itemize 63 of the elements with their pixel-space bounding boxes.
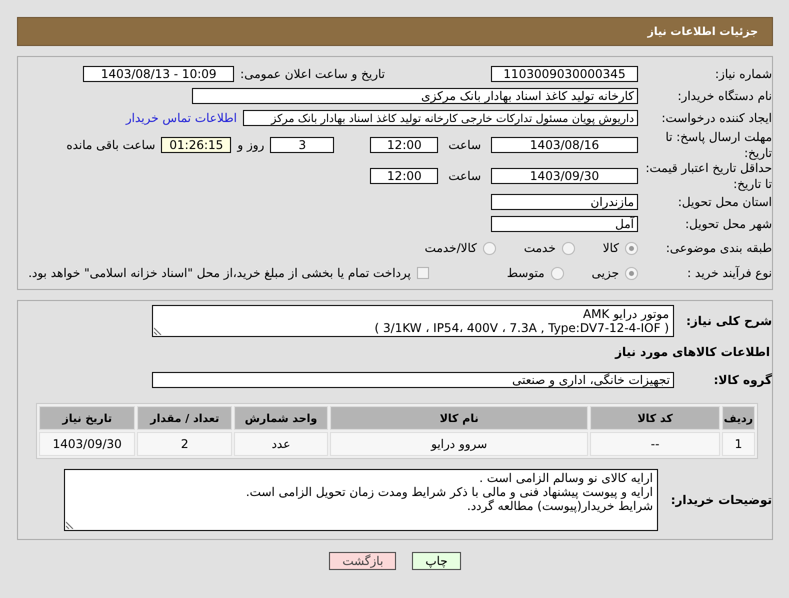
time-label: ساعت xyxy=(448,138,481,152)
radio-button[interactable] xyxy=(562,242,575,254)
need-number-field: 1103009030000345 xyxy=(491,66,638,82)
remaining-time-field: 01:26:15 xyxy=(161,137,232,153)
field-label: تاریخ و ساعت اعلان عمومی: xyxy=(240,67,385,81)
radio-label: خدمت xyxy=(524,241,556,255)
time-field: 12:00 xyxy=(370,168,438,184)
days-field: 3 xyxy=(270,137,334,153)
table-cell: سروو درایو xyxy=(330,432,588,456)
radio-label: جزیی xyxy=(592,266,619,280)
column-header: تعداد / مقدار xyxy=(137,406,232,430)
field-label: ایجاد کننده درخواست: xyxy=(660,110,772,126)
column-header: واحد شمارش xyxy=(234,406,328,430)
field-label: نوع فرآیند خرید : xyxy=(686,265,772,281)
checkbox-label: پرداخت تمام یا بخشی از مبلغ خرید،از محل "اسناد خزانه اسلامی" خواهد بود. xyxy=(28,266,411,280)
remaining-label: ساعت باقی مانده xyxy=(66,138,156,152)
buyer-notes-textarea[interactable]: ارایه کالای نو وسالم الزامی است . ارایه و پیوست پیشنهاد فنی و مالی با ذکر شرایط ومدت زمان تحویل الزامی است. شرایط خریدار(پیوست) مطالعه گردد. xyxy=(64,469,658,531)
province-field: مازندران xyxy=(491,194,638,210)
column-header: تاریخ نیاز xyxy=(39,406,136,430)
print-button[interactable]: چاپ xyxy=(412,552,461,570)
radio-label: کالا xyxy=(602,241,619,255)
date-field: 1403/09/30 xyxy=(491,168,638,184)
table-cell: 1 xyxy=(722,432,755,456)
column-header: کد کالا xyxy=(590,406,720,430)
field-label: حداقل تاریخ اعتبار قیمت: تا تاریخ: xyxy=(644,160,772,192)
radio-label: کالا/خدمت xyxy=(424,241,477,255)
description-textarea[interactable]: موتور درایو AMK ( 3/1KW ، IP54، 400V ، 7.3A , Type:DV7-12-4-IOF ) xyxy=(152,305,674,337)
table-cell: 2 xyxy=(137,432,232,456)
time-field: 12:00 xyxy=(370,137,438,153)
field-label: شرح کلی نیاز: xyxy=(685,313,772,329)
table-cell: عدد xyxy=(234,432,328,456)
date-field: 1403/08/16 xyxy=(491,137,638,153)
field-label: شهر محل تحویل: xyxy=(684,216,772,232)
radio-button[interactable] xyxy=(625,266,638,280)
buyer-field: کارخانه تولید کاغذ اسناد بهادار بانک مرکزی xyxy=(192,88,638,104)
field-label: نام دستگاه خریدار: xyxy=(676,88,772,104)
radio-button[interactable] xyxy=(482,242,496,254)
column-header: نام کالا xyxy=(330,406,588,430)
back-button[interactable]: بازگشت xyxy=(329,552,396,570)
page-header: جزئیات اطلاعات نیاز xyxy=(17,17,773,46)
time-label: ساعت xyxy=(448,169,481,183)
radio-label: متوسط xyxy=(506,266,545,280)
field-label: توضیحات خریدار: xyxy=(670,492,772,508)
goods-group-field: تجهیزات خانگی، اداری و صنعتی xyxy=(152,372,674,388)
field-label: طبقه بندی موضوعی: xyxy=(664,240,772,256)
table-cell: -- xyxy=(590,432,720,456)
announce-date-field: 1403/08/13 - 10:09 xyxy=(83,66,234,82)
table-cell: 1403/09/30 xyxy=(39,432,136,456)
section-heading: اطلاعات کالاهای مورد نیاز xyxy=(614,344,771,361)
field-label: گروه کالا: xyxy=(712,372,772,388)
resize-grip-icon[interactable] xyxy=(66,521,74,529)
radio-button[interactable] xyxy=(550,266,564,280)
buyer-contact-link[interactable]: اطلاعات تماس خریدار xyxy=(126,111,237,125)
city-field: آمل xyxy=(491,216,638,232)
field-label: استان محل تحویل: xyxy=(676,194,772,210)
resize-grip-icon[interactable] xyxy=(154,327,162,335)
radio-button[interactable] xyxy=(625,242,638,254)
requester-field: داریوش پویان مسئول تدارکات خارجی کارخانه تولید کاغذ اسناد بهادار بانک مرکز xyxy=(243,110,638,126)
field-label: شماره نیاز: xyxy=(714,66,772,82)
checkbox[interactable] xyxy=(416,267,429,279)
field-label: مهلت ارسال پاسخ: تا تاریخ: xyxy=(664,129,772,161)
days-label: روز و xyxy=(237,138,264,152)
column-header: ردیف xyxy=(722,406,755,430)
